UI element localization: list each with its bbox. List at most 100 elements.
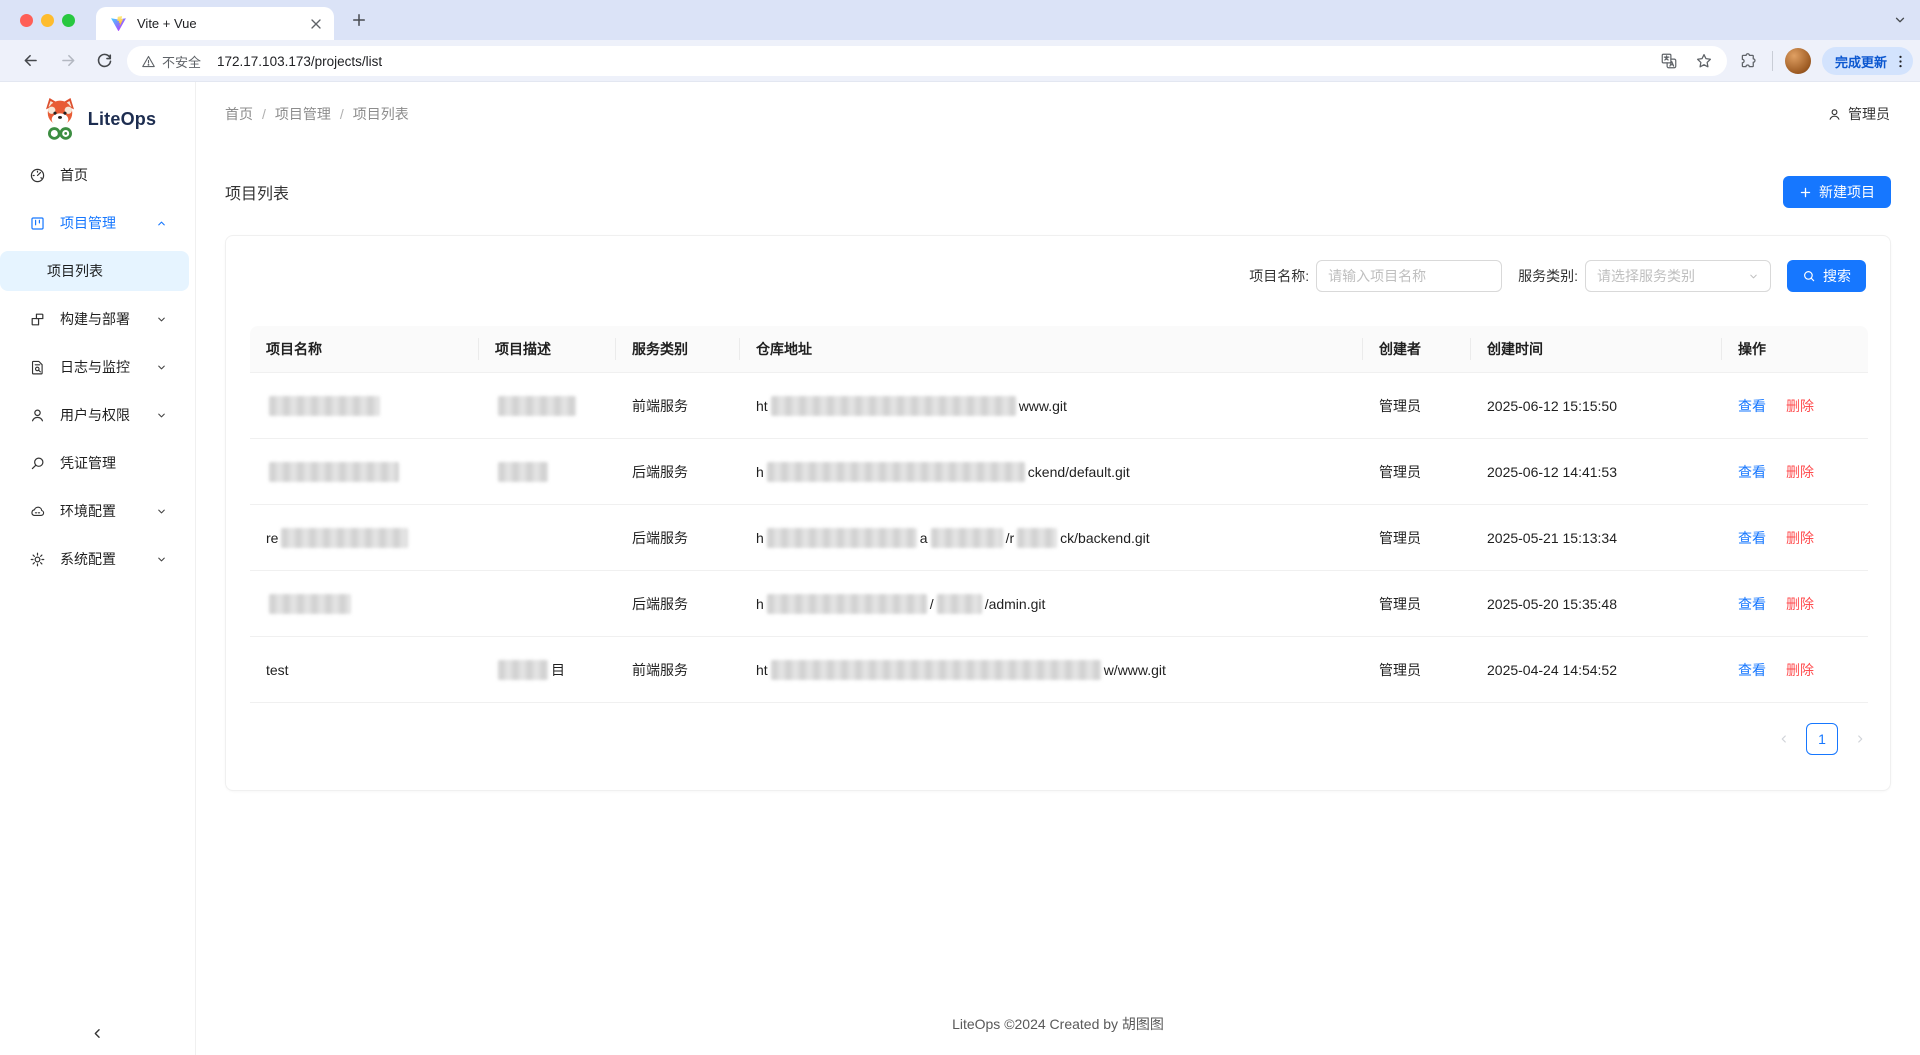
tab-close-icon[interactable]	[308, 16, 324, 32]
translate-icon[interactable]	[1660, 52, 1678, 70]
breadcrumb-item[interactable]: 项目管理	[275, 104, 331, 124]
file-search-icon	[29, 359, 46, 376]
page-title: 项目列表	[225, 180, 289, 204]
table-row: 后端服务h//admin.git管理员2025-05-20 15:35:48查看…	[250, 571, 1868, 637]
cell-text: /r	[1006, 530, 1015, 546]
breadcrumb-item: 项目列表	[353, 104, 409, 124]
current-user[interactable]: 管理员	[1827, 104, 1890, 124]
forward-icon[interactable]	[59, 51, 78, 70]
delete-link[interactable]: 删除	[1786, 396, 1814, 416]
browser-tab[interactable]: Vite + Vue	[96, 7, 334, 40]
cell-text: a	[920, 530, 928, 546]
bookmark-star-icon[interactable]	[1695, 52, 1713, 70]
cell-created-time: 2025-05-21 15:13:34	[1471, 505, 1722, 570]
cell-repo-url: h ckend/default.git	[740, 439, 1363, 504]
app-name: LiteOps	[88, 109, 156, 130]
delete-link[interactable]: 删除	[1786, 528, 1814, 548]
browser-toolbar: 不安全 172.17.103.173/projects/list	[0, 40, 1920, 82]
column-header: 操作	[1722, 326, 1867, 372]
pagination-page-1[interactable]: 1	[1806, 723, 1838, 755]
service-type-select[interactable]: 请选择服务类别	[1585, 260, 1771, 292]
cell-actions: 查看删除	[1722, 505, 1867, 570]
sidebar-item-projects[interactable]: 项目管理	[0, 203, 191, 243]
update-browser-button[interactable]: 完成更新	[1822, 47, 1913, 75]
chevron-down-icon	[156, 314, 167, 325]
security-label[interactable]: 不安全	[162, 52, 201, 71]
pagination-next-icon[interactable]	[1854, 733, 1866, 745]
pagination-prev-icon[interactable]	[1778, 733, 1790, 745]
column-header: 项目名称	[250, 326, 479, 372]
view-link[interactable]: 查看	[1738, 660, 1766, 680]
table-row: test目前端服务htw/www.git管理员2025-04-24 14:54:…	[250, 637, 1868, 703]
view-link[interactable]: 查看	[1738, 594, 1766, 614]
table-row: 前端服务htwww.git管理员2025-06-12 15:15:50查看删除	[250, 373, 1868, 439]
view-link[interactable]: 查看	[1738, 528, 1766, 548]
new-tab-button[interactable]	[350, 11, 368, 29]
sidebar-item-sys-config[interactable]: 系统配置	[0, 539, 191, 579]
chevron-down-icon	[156, 362, 167, 373]
tab-title: Vite + Vue	[137, 16, 308, 31]
view-link[interactable]: 查看	[1738, 396, 1766, 416]
address-bar[interactable]: 不安全 172.17.103.173/projects/list	[127, 46, 1727, 76]
cell-repo-url: h//admin.git	[740, 571, 1363, 636]
tab-search-chevron-icon[interactable]	[1893, 13, 1907, 27]
reload-icon[interactable]	[95, 51, 114, 70]
sidebar-item-users-perms[interactable]: 用户与权限	[0, 395, 191, 435]
cell-creator: 管理员	[1363, 637, 1471, 702]
new-project-button[interactable]: 新建项目	[1783, 176, 1891, 208]
sidebar-collapse-button[interactable]	[0, 1026, 195, 1041]
delete-link[interactable]: 删除	[1786, 462, 1814, 482]
sidebar: LiteOps 首页项目管理项目列表构建与部署日志与监控用户与权限凭证管理环境配…	[0, 82, 196, 1055]
cell-text: www.git	[1019, 398, 1067, 414]
sidebar-item-logs-monitor[interactable]: 日志与监控	[0, 347, 191, 387]
chevron-up-icon	[156, 218, 167, 229]
cell-project-name	[250, 571, 479, 636]
profile-avatar[interactable]	[1785, 48, 1811, 74]
sidebar-item-home[interactable]: 首页	[0, 155, 191, 195]
extensions-puzzle-icon[interactable]	[1739, 52, 1757, 70]
delete-link[interactable]: 删除	[1786, 660, 1814, 680]
vite-logo-icon	[110, 15, 127, 32]
close-window-button[interactable]	[20, 14, 33, 27]
url-text[interactable]: 172.17.103.173/projects/list	[217, 54, 382, 69]
cell-creator: 管理员	[1363, 439, 1471, 504]
chevron-down-icon	[156, 506, 167, 517]
filter-bar: 项目名称: 服务类别: 请选择服务类别 搜索	[1249, 260, 1866, 292]
cell-created-time: 2025-06-12 14:41:53	[1471, 439, 1722, 504]
search-button[interactable]: 搜索	[1787, 260, 1866, 292]
sidebar-item-env-config[interactable]: 环境配置	[0, 491, 191, 531]
back-icon[interactable]	[21, 51, 40, 70]
project-icon	[29, 215, 46, 232]
magnifier-icon	[29, 455, 46, 472]
cell-text: test	[266, 662, 289, 678]
redacted-text	[269, 594, 351, 614]
cell-text: h	[756, 596, 764, 612]
column-header: 项目描述	[479, 326, 616, 372]
sidebar-item-label: 日志与监控	[60, 357, 156, 377]
sidebar-item-build-deploy[interactable]: 构建与部署	[0, 299, 191, 339]
sidebar-item-project-list[interactable]: 项目列表	[0, 251, 189, 291]
table-row: re后端服务ha/rck/backend.git管理员2025-05-21 15…	[250, 505, 1868, 571]
liteops-panda-logo-icon	[39, 96, 81, 142]
cell-actions: 查看删除	[1722, 439, 1867, 504]
user-icon	[1827, 107, 1842, 122]
search-button-label: 搜索	[1823, 266, 1851, 286]
cell-text: h	[756, 464, 764, 480]
cell-created-time: 2025-04-24 14:54:52	[1471, 637, 1722, 702]
cell-project-desc	[479, 571, 616, 636]
app-logo[interactable]: LiteOps	[0, 95, 195, 143]
browser-menu-dots-icon[interactable]	[1892, 53, 1909, 70]
cell-text: ckend/default.git	[1028, 464, 1130, 480]
delete-link[interactable]: 删除	[1786, 594, 1814, 614]
view-link[interactable]: 查看	[1738, 462, 1766, 482]
breadcrumb-item[interactable]: 首页	[225, 104, 253, 124]
project-name-input[interactable]	[1316, 260, 1502, 292]
cell-actions: 查看删除	[1722, 373, 1867, 438]
breadcrumb-separator: /	[340, 106, 344, 122]
warning-icon	[141, 54, 156, 69]
zoom-window-button[interactable]	[62, 14, 75, 27]
minimize-window-button[interactable]	[41, 14, 54, 27]
pagination: 1	[1778, 723, 1866, 755]
sidebar-item-credentials[interactable]: 凭证管理	[0, 443, 191, 483]
tab-strip: Vite + Vue	[0, 0, 1920, 40]
